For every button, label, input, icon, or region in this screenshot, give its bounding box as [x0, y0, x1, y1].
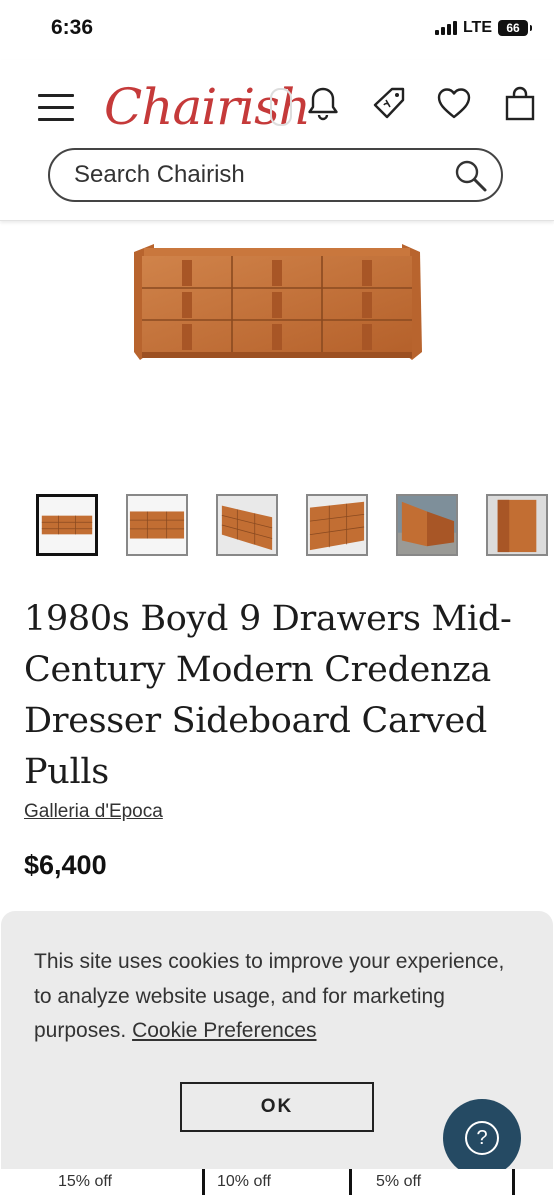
product-title: 1980s Boyd 9 Drawers Mid-Century Modern … [24, 599, 512, 792]
status-time: 6:36 [51, 16, 94, 39]
cookie-preferences-link[interactable]: Cookie Preferences [132, 1019, 316, 1042]
discount-tier-2: 10% off [217, 1173, 271, 1190]
thumbnail-6[interactable] [486, 494, 548, 556]
thumbnail-4[interactable] [306, 494, 368, 556]
tier-divider [512, 1169, 515, 1195]
bell-icon[interactable] [306, 86, 340, 126]
thumbnail-1[interactable] [36, 494, 98, 556]
help-button[interactable]: ? [443, 1099, 521, 1177]
magnifier-icon[interactable] [453, 158, 489, 198]
search-bar[interactable] [48, 148, 503, 202]
network-type: LTE [462, 19, 492, 36]
cookie-message-block: This site uses cookies to improve your e… [34, 945, 524, 1049]
discount-tiers: 15% off 10% off 5% off [0, 1169, 554, 1200]
thumbnail-strip [36, 494, 554, 558]
dealer-link[interactable]: Galleria d'Epoca [24, 801, 163, 823]
cellular-signal-icon [434, 21, 457, 35]
battery-icon: 66 [498, 20, 532, 36]
discount-tier-1: 15% off [58, 1173, 112, 1190]
status-bar: 6:36 LTE 66 [0, 0, 554, 60]
site-header: Chairish [0, 60, 554, 221]
discount-tier-3: 5% off [376, 1173, 422, 1190]
status-indicators: LTE 66 [434, 19, 532, 37]
question-mark-icon: ? [465, 1121, 499, 1155]
tier-divider [202, 1169, 205, 1195]
shopping-bag-icon[interactable] [504, 86, 536, 126]
thumbnail-3[interactable] [216, 494, 278, 556]
heart-icon[interactable] [436, 86, 472, 124]
cookie-ok-button[interactable]: OK [180, 1082, 374, 1132]
thumbnail-5[interactable] [396, 494, 458, 556]
hamburger-menu-icon[interactable] [38, 94, 74, 122]
logo-mark-icon [270, 88, 292, 126]
product-main-image[interactable] [130, 242, 426, 366]
search-input[interactable] [74, 160, 434, 190]
tier-divider [349, 1169, 352, 1195]
product-price: $6,400 [24, 850, 107, 880]
price-tag-icon[interactable] [370, 86, 408, 126]
thumbnail-2[interactable] [126, 494, 188, 556]
